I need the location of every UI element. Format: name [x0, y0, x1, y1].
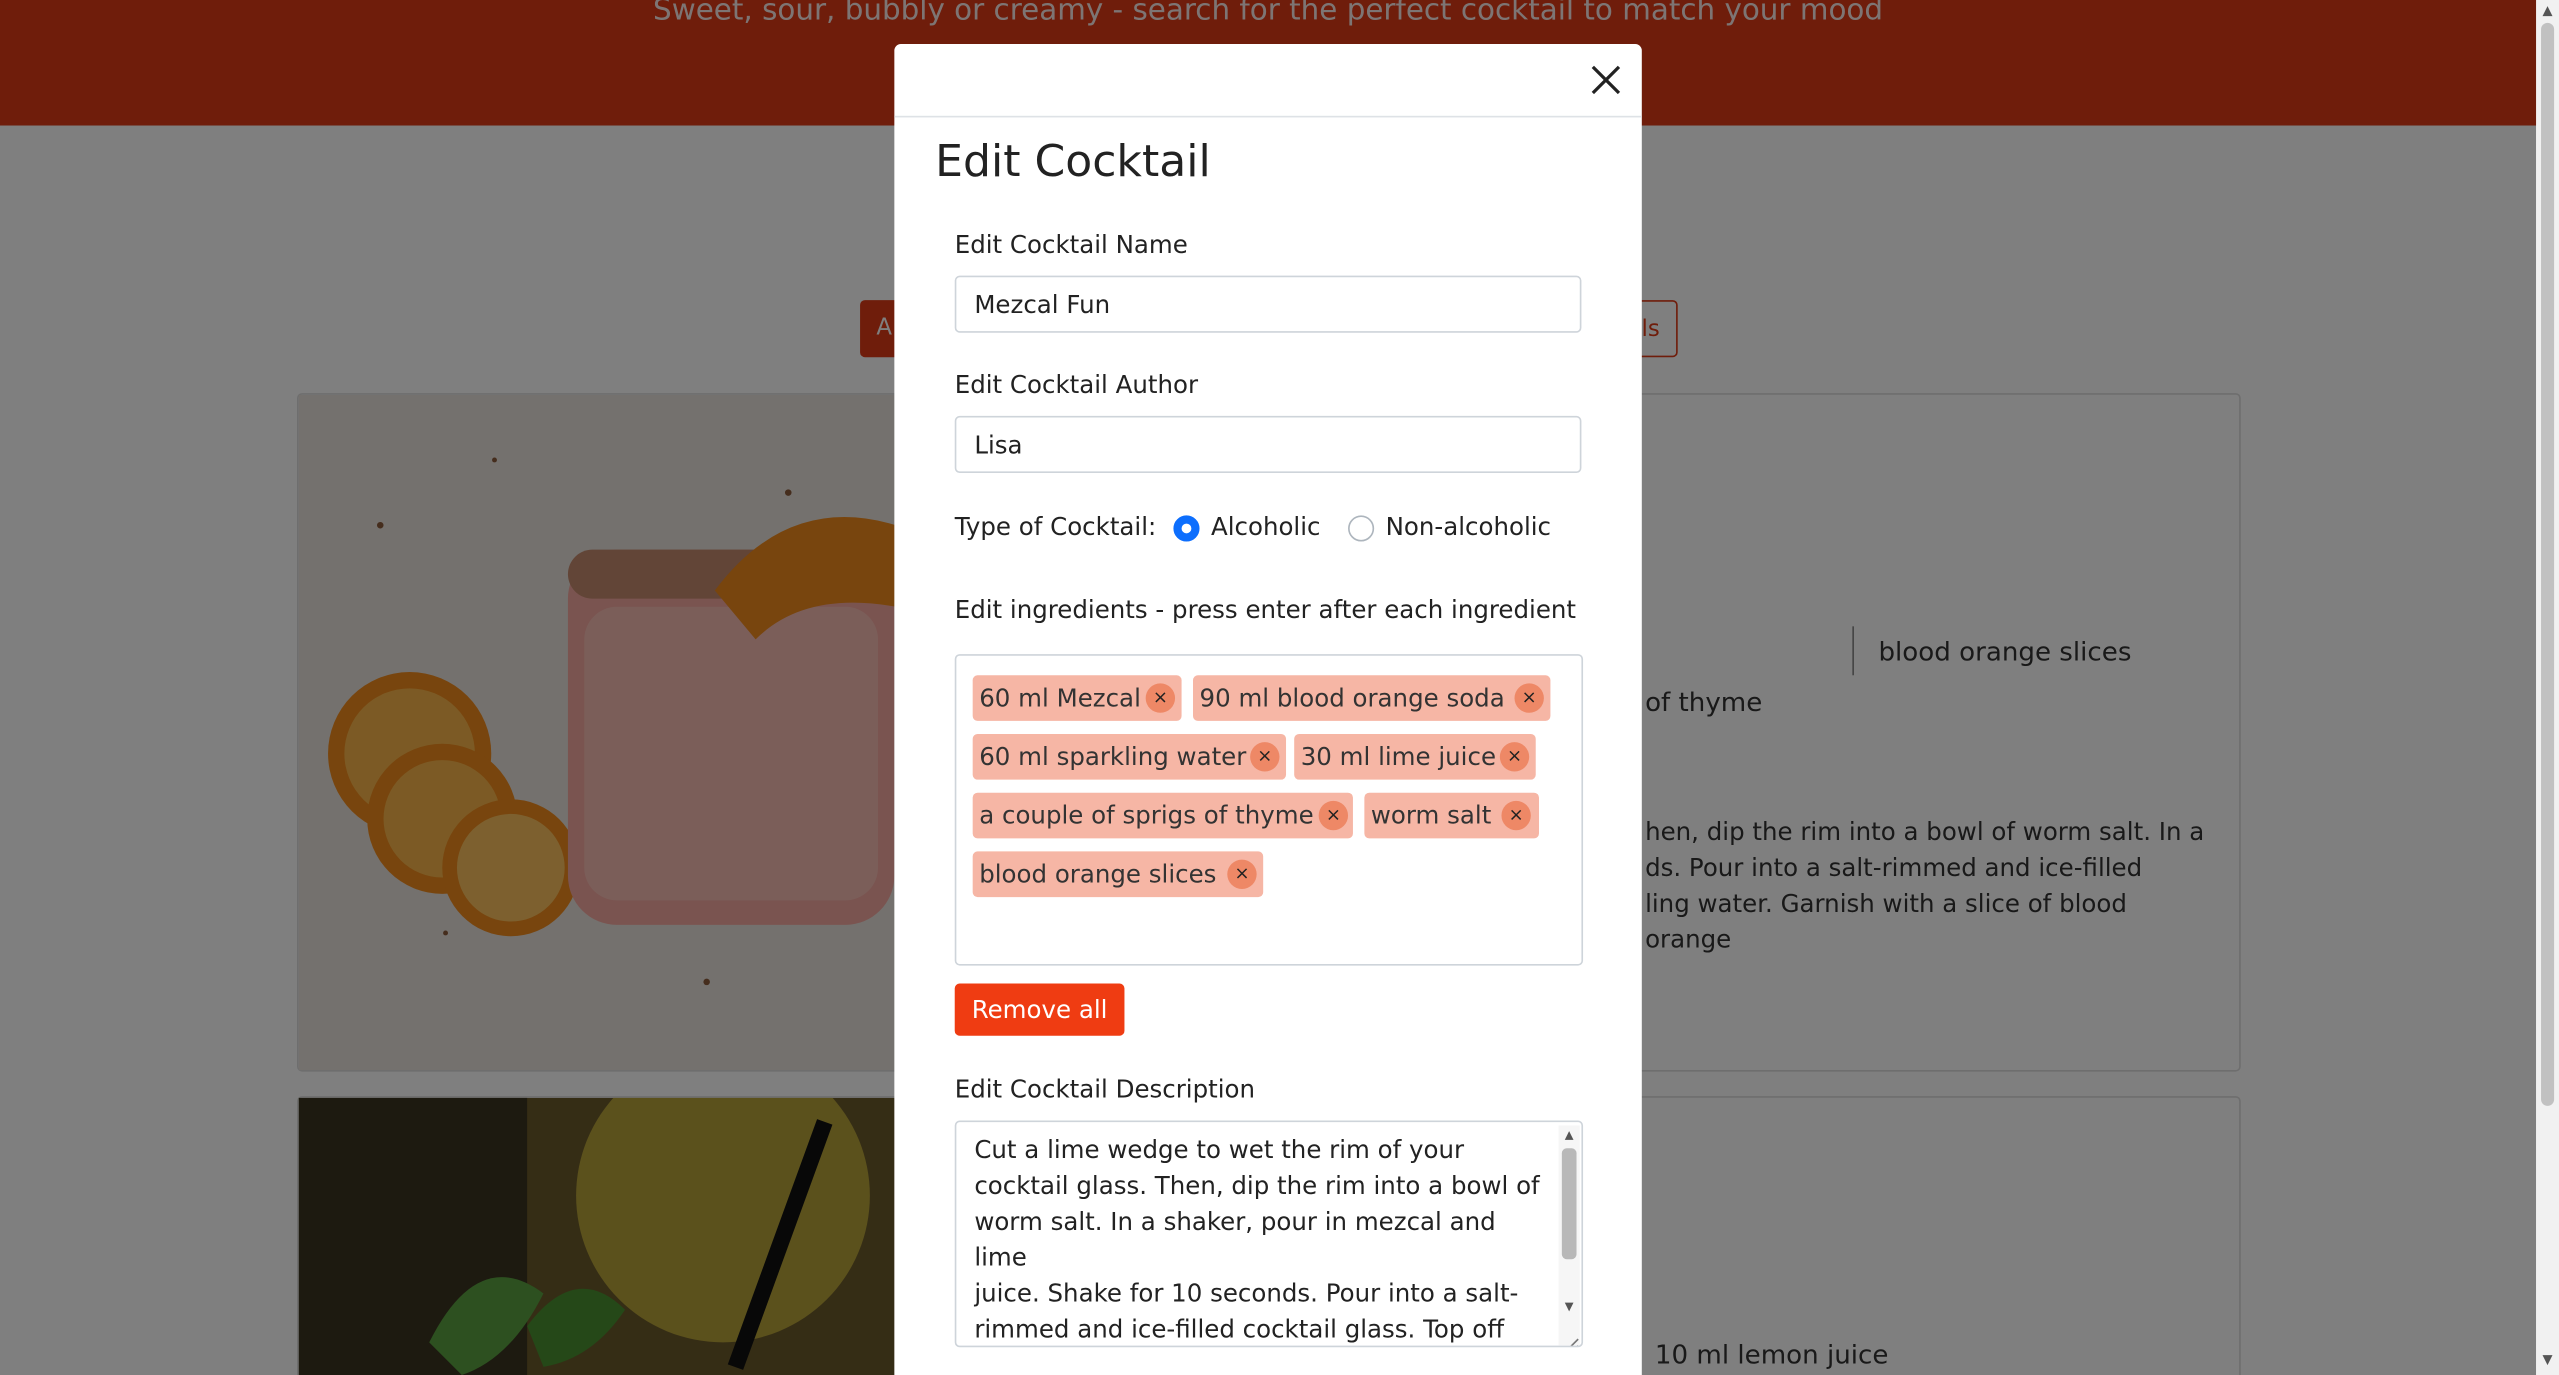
- ingredient-tag: 60 ml Mezcal ×: [972, 675, 1182, 721]
- ingredient-tag: 60 ml sparkling water ×: [972, 733, 1287, 780]
- ingredient-tag: blood orange slices ×: [972, 851, 1264, 898]
- ingredients-tag-input[interactable]: 60 ml Mezcal × 90 ml blood orange soda ×…: [954, 654, 1584, 966]
- name-label: Edit Cocktail Name: [954, 229, 1188, 260]
- close-icon[interactable]: [1586, 60, 1625, 99]
- ingredient-tag: a couple of sprigs of thyme ×: [972, 792, 1353, 839]
- alcoholic-radio[interactable]: [1173, 515, 1200, 542]
- ingredient-tag-label: 90 ml blood orange soda: [1199, 683, 1505, 713]
- description-label: Edit Cocktail Description: [954, 1074, 1256, 1105]
- ingredients-label: Edit ingredients - press enter after eac…: [954, 595, 1577, 625]
- alcoholic-label[interactable]: Alcoholic: [1211, 512, 1321, 541]
- remove-tag-icon[interactable]: ×: [1250, 742, 1280, 772]
- description-text: Cut a lime wedge to wet the rim of your …: [974, 1135, 1540, 1345]
- modal-header: [894, 44, 1642, 118]
- ingredient-tag-label: 60 ml Mezcal: [979, 683, 1141, 713]
- textarea-scroll-up-icon[interactable]: ▲: [1560, 1129, 1578, 1142]
- cocktail-author-input[interactable]: [954, 415, 1582, 474]
- remove-tag-icon[interactable]: ×: [1499, 742, 1530, 772]
- remove-tag-icon[interactable]: ×: [1227, 859, 1257, 889]
- ingredient-tag: worm salt ×: [1364, 792, 1539, 839]
- resize-grip-icon[interactable]: [1563, 1328, 1579, 1346]
- remove-all-button[interactable]: Remove all: [954, 983, 1125, 1036]
- ingredient-tag: 30 ml lime juice ×: [1294, 733, 1536, 780]
- edit-cocktail-modal: Edit Cocktail Edit Cocktail Name Edit Co…: [894, 44, 1642, 1375]
- textarea-scrollbar[interactable]: ▲ ▼: [1558, 1125, 1580, 1346]
- remove-tag-icon[interactable]: ×: [1501, 800, 1531, 831]
- non-alcoholic-radio[interactable]: [1348, 515, 1375, 542]
- ingredient-tag-label: worm salt: [1370, 800, 1492, 831]
- type-label: Type of Cocktail:: [954, 512, 1157, 542]
- cocktail-description-textarea[interactable]: Cut a lime wedge to wet the rim of your …: [954, 1120, 1584, 1348]
- scroll-down-icon[interactable]: ▼: [2541, 1353, 2554, 1367]
- textarea-scroll-thumb[interactable]: [1561, 1148, 1577, 1260]
- textarea-scroll-down-icon[interactable]: ▼: [1560, 1300, 1578, 1313]
- modal-title: Edit Cocktail: [935, 137, 1211, 188]
- ingredient-tag-label: blood orange slices: [979, 859, 1217, 889]
- remove-tag-icon[interactable]: ×: [1514, 683, 1544, 713]
- remove-tag-icon[interactable]: ×: [1318, 800, 1349, 831]
- remove-tag-icon[interactable]: ×: [1145, 683, 1176, 713]
- ingredient-tag-label: 60 ml sparkling water: [979, 742, 1247, 772]
- ingredient-tag-label: 30 ml lime juice: [1300, 742, 1497, 772]
- scrollbar-thumb[interactable]: [2541, 22, 2555, 1106]
- ingredient-tag-label: a couple of sprigs of thyme: [979, 800, 1314, 831]
- cocktail-name-input[interactable]: [954, 275, 1582, 333]
- non-alcoholic-label[interactable]: Non-alcoholic: [1386, 512, 1551, 541]
- ingredient-tag: 90 ml blood orange soda ×: [1193, 675, 1551, 721]
- page-scrollbar[interactable]: ▲ ▼: [2536, 0, 2559, 1375]
- author-label: Edit Cocktail Author: [954, 370, 1199, 400]
- scroll-up-icon[interactable]: ▲: [2541, 4, 2554, 18]
